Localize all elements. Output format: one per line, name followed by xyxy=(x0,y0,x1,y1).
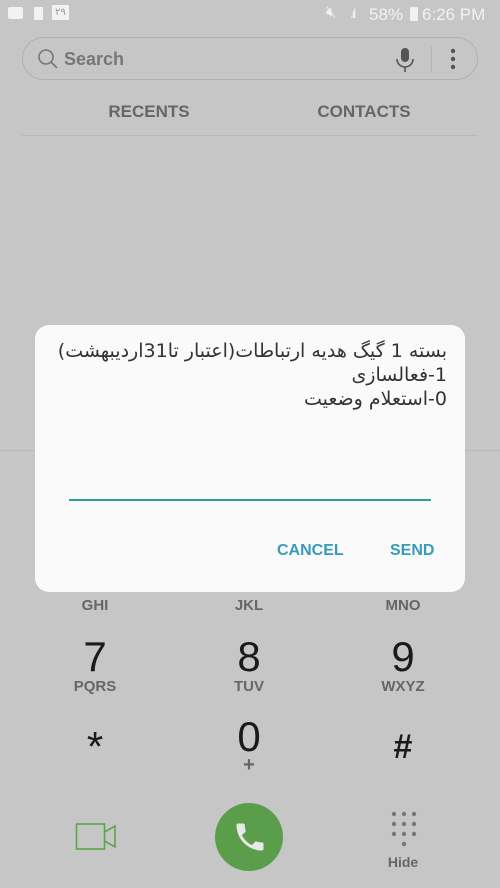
key-digit: 0 xyxy=(237,713,261,760)
battery-percent: 58% xyxy=(369,5,404,24)
key-letters: PQRS xyxy=(73,678,117,695)
key-letters: + xyxy=(243,754,255,776)
key-letters: WXYZ xyxy=(381,678,425,695)
reply-input[interactable] xyxy=(69,465,431,497)
key-hash[interactable]: # xyxy=(343,726,463,768)
key-8[interactable]: 8 TUV xyxy=(189,633,309,696)
key-0[interactable]: 0 + xyxy=(189,713,309,776)
calendar-badge-icon: ۲۹ xyxy=(52,5,69,20)
video-call-icon[interactable] xyxy=(75,822,117,852)
key-digit: 7 xyxy=(83,633,107,680)
search-bar[interactable]: Search xyxy=(22,37,478,80)
dialog-message: بسته 1 گیگ هدیه ارتباطات(اعتبار تا31اردی… xyxy=(58,339,447,411)
sim-icon xyxy=(34,7,43,20)
clock: 6:26 PM xyxy=(422,5,486,24)
tab-recents[interactable]: RECENTS xyxy=(49,102,249,122)
key-letters-jkl: JKL xyxy=(234,597,264,614)
key-letters-mno: MNO xyxy=(385,597,421,614)
message-line: 0-استعلام وضعیت xyxy=(303,388,447,410)
search-input[interactable]: Search xyxy=(64,49,124,70)
divider xyxy=(431,46,432,72)
key-digit: # xyxy=(393,728,413,766)
reply-input-underline xyxy=(69,499,431,501)
message-line: بسته 1 گیگ هدیه ارتباطات(اعتبار تا31اردی… xyxy=(57,340,447,362)
tab-divider xyxy=(22,135,478,136)
key-digit: * xyxy=(86,723,104,770)
key-letters: TUV xyxy=(234,678,264,695)
status-bar: ۲۹ 🔇︎ .ıl 58% 6:26 PM xyxy=(0,0,500,30)
message-line: 1-فعالسازی xyxy=(351,364,447,386)
hide-label[interactable]: Hide xyxy=(373,854,433,870)
mute-icon: 🔇︎ xyxy=(326,4,337,21)
send-button[interactable]: SEND xyxy=(390,542,434,560)
key-9[interactable]: 9 WXYZ xyxy=(343,633,463,696)
search-icon xyxy=(38,49,58,69)
battery-icon xyxy=(410,7,418,21)
call-button[interactable] xyxy=(215,803,283,871)
key-7[interactable]: 7 PQRS xyxy=(35,633,155,696)
ussd-dialog: بسته 1 گیگ هدیه ارتباطات(اعتبار تا31اردی… xyxy=(35,325,465,592)
message-notification-icon xyxy=(8,7,23,19)
microphone-icon[interactable] xyxy=(395,47,415,73)
key-digit: 8 xyxy=(237,633,261,680)
key-digit: 9 xyxy=(391,633,415,680)
tab-contacts[interactable]: CONTACTS xyxy=(264,102,464,122)
phone-icon xyxy=(236,823,264,851)
signal-icon: .ıl xyxy=(350,6,356,21)
more-options-icon[interactable] xyxy=(449,48,457,70)
cancel-button[interactable]: CANCEL xyxy=(277,542,344,560)
dialpad-hide-icon[interactable] xyxy=(390,810,418,850)
key-letters-ghi: GHI xyxy=(81,597,109,614)
key-star[interactable]: * xyxy=(35,726,155,768)
